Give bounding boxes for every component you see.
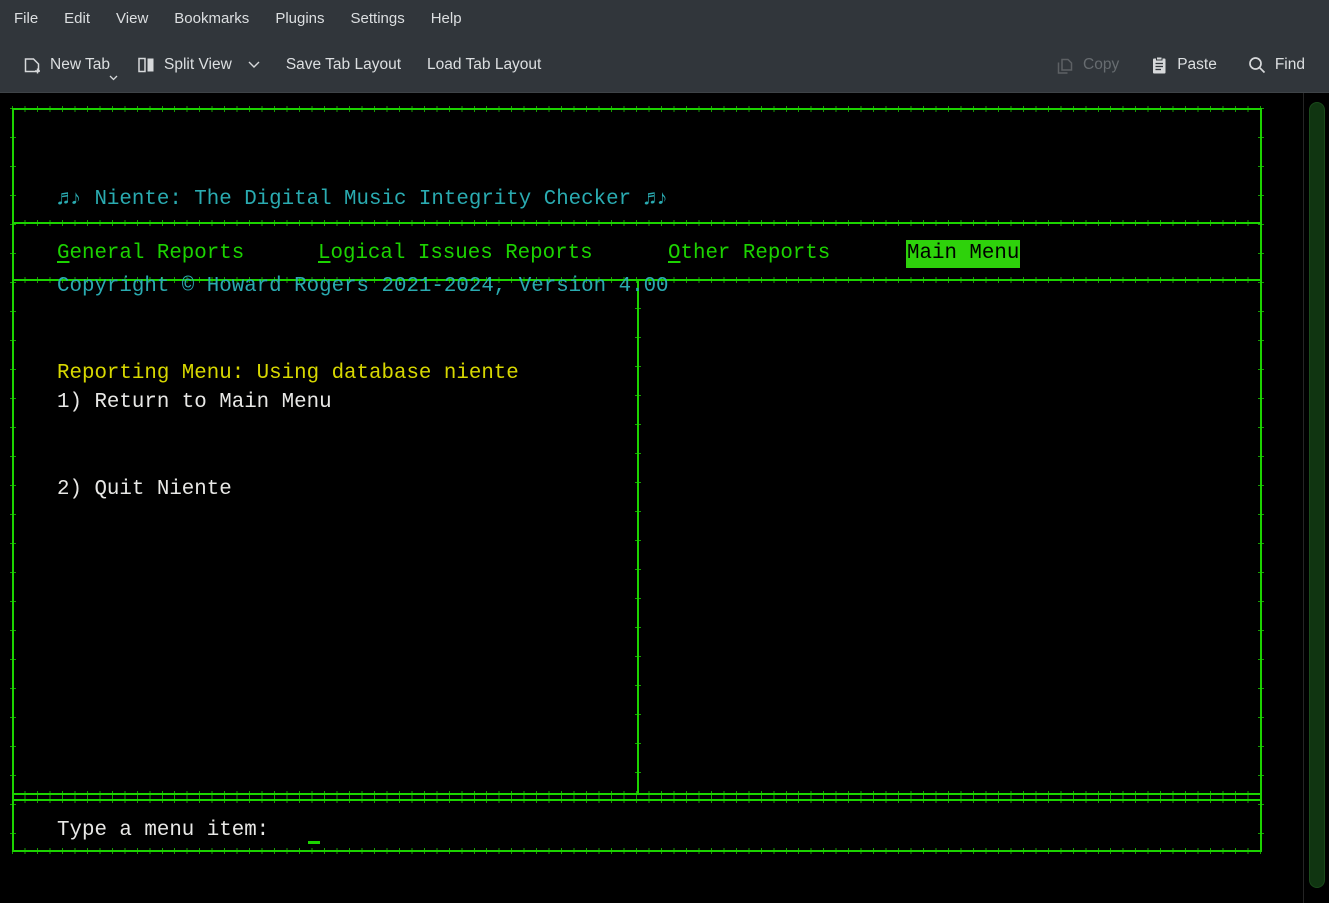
- terminal-screen[interactable]: ♬♪ Niente: The Digital Music Integrity C…: [0, 93, 1329, 903]
- find-button[interactable]: Find: [1237, 49, 1315, 81]
- menu-file[interactable]: File: [1, 0, 51, 38]
- paste-label: Paste: [1177, 56, 1217, 74]
- toolbar: New Tab Split View Save Tab: [0, 38, 1329, 93]
- tui-border-bottom: [12, 850, 1262, 852]
- menu-item-list: 1) Return to Main Menu 2) Quit Niente: [57, 330, 332, 562]
- new-tab-button[interactable]: New Tab: [12, 49, 120, 81]
- menu-settings[interactable]: Settings: [338, 0, 418, 38]
- load-tab-layout-button[interactable]: Load Tab Layout: [417, 50, 551, 80]
- scrollbar-thumb[interactable]: [1309, 102, 1325, 888]
- save-tab-layout-label: Save Tab Layout: [286, 56, 401, 74]
- tab-general-reports[interactable]: General Reports: [57, 240, 244, 268]
- paste-icon: [1149, 55, 1169, 75]
- menu-plugins[interactable]: Plugins: [262, 0, 337, 38]
- menu-view[interactable]: View: [103, 0, 161, 38]
- copyright-line: Copyright © Howard Rogers 2021-2024, Ver…: [57, 272, 669, 301]
- copy-label: Copy: [1083, 56, 1119, 74]
- copy-button[interactable]: Copy: [1045, 49, 1129, 81]
- split-view-label: Split View: [164, 56, 232, 74]
- split-view-button[interactable]: Split View: [126, 49, 270, 81]
- copy-icon: [1055, 55, 1075, 75]
- split-view-dropdown-chevron-icon[interactable]: [248, 61, 260, 69]
- find-label: Find: [1275, 56, 1305, 74]
- scrollbar-track: [1303, 93, 1329, 903]
- app-title: ♬♪ Niente: The Digital Music Integrity C…: [57, 185, 669, 214]
- save-tab-layout-button[interactable]: Save Tab Layout: [276, 50, 411, 80]
- tui-border-top: [12, 108, 1262, 110]
- menubar: File Edit View Bookmarks Plugins Setting…: [0, 0, 1329, 38]
- menu-help[interactable]: Help: [418, 0, 475, 38]
- tab-logical-issues-reports[interactable]: Logical Issues Reports: [318, 240, 593, 268]
- new-tab-label: New Tab: [50, 56, 110, 74]
- tab-other-reports[interactable]: Other Reports: [668, 240, 830, 268]
- tab-main-menu[interactable]: Main Menu: [906, 240, 1020, 268]
- menu-bookmarks[interactable]: Bookmarks: [161, 0, 262, 38]
- menu-item-return-to-main-menu[interactable]: 1) Return to Main Menu: [57, 388, 332, 417]
- load-tab-layout-label: Load Tab Layout: [427, 56, 541, 74]
- terminal-cursor: [308, 841, 320, 844]
- search-icon: [1247, 55, 1267, 75]
- tui-prompt-top-border: [12, 799, 1262, 801]
- new-tab-dropdown-chevron-icon[interactable]: [109, 75, 118, 81]
- menu-edit[interactable]: Edit: [51, 0, 103, 38]
- paste-button[interactable]: Paste: [1139, 49, 1227, 81]
- new-tab-icon: [22, 55, 42, 75]
- split-view-icon: [136, 55, 156, 75]
- prompt-label[interactable]: Type a menu item:: [57, 817, 269, 845]
- menu-item-quit-niente[interactable]: 2) Quit Niente: [57, 475, 332, 504]
